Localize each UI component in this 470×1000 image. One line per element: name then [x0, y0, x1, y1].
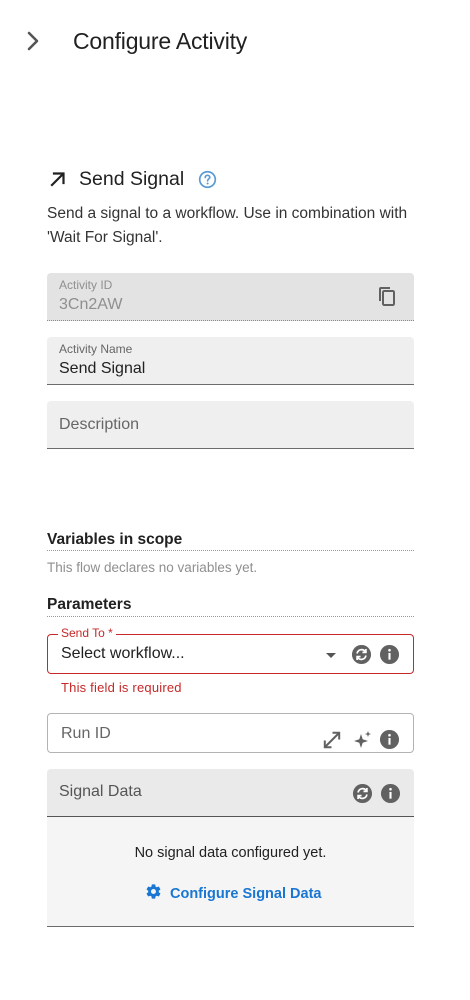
activity-id-value: 3Cn2AW [59, 296, 123, 313]
activity-id-field: Activity ID 3Cn2AW [47, 273, 414, 321]
chevron-right-icon[interactable] [20, 28, 46, 54]
send-to-select[interactable]: Send To * Select workflow... [47, 626, 414, 674]
gear-icon [145, 883, 162, 905]
help-circle-icon[interactable] [197, 169, 217, 189]
activity-name-value[interactable]: Send Signal [59, 360, 145, 378]
arrow-up-left-icon [47, 168, 69, 190]
info-icon[interactable] [378, 728, 400, 750]
activity-id-label: Activity ID [59, 278, 113, 292]
run-id-placeholder: Run ID [61, 725, 111, 742]
variables-section-title: Variables in scope [47, 531, 183, 548]
signal-data-empty-message: No signal data configured yet. [134, 845, 327, 861]
description-placeholder: Description [59, 416, 140, 433]
activity-heading: Send Signal [47, 166, 217, 192]
sparkle-icon[interactable] [352, 729, 374, 751]
send-to-label: Send To * [58, 626, 116, 640]
parameters-section-title: Parameters [47, 596, 132, 613]
signal-data-panel: No signal data configured yet. Configure… [47, 817, 414, 927]
info-icon[interactable] [378, 643, 400, 665]
copy-icon[interactable] [376, 286, 398, 308]
activity-name-field[interactable]: Activity Name Send Signal [47, 337, 414, 385]
activity-description: Send a signal to a workflow. Use in comb… [47, 205, 408, 246]
sync-icon[interactable] [351, 782, 373, 804]
expand-icon[interactable] [321, 729, 343, 751]
panel-header: Configure Activity [0, 0, 470, 84]
send-to-value[interactable]: Select workflow... [61, 645, 185, 663]
parameters-divider [47, 616, 414, 617]
page-title: Configure Activity [73, 28, 248, 54]
info-icon[interactable] [379, 782, 401, 804]
signal-data-header: Signal Data [47, 769, 414, 817]
run-id-field[interactable]: Run ID [47, 713, 414, 753]
sync-icon[interactable] [350, 643, 372, 665]
caret-down-icon[interactable] [324, 649, 338, 661]
variables-note: This flow declares no variables yet. [47, 560, 258, 575]
activity-title: Send Signal [79, 167, 185, 190]
signal-data-label: Signal Data [59, 783, 142, 800]
activity-name-label: Activity Name [59, 342, 133, 356]
description-field[interactable]: Description [47, 401, 414, 449]
configure-signal-data-label: Configure Signal Data [170, 886, 322, 902]
configure-signal-data-button[interactable]: Configure Signal Data [145, 883, 321, 905]
variables-divider [47, 550, 414, 551]
send-to-error: This field is required [61, 680, 182, 695]
